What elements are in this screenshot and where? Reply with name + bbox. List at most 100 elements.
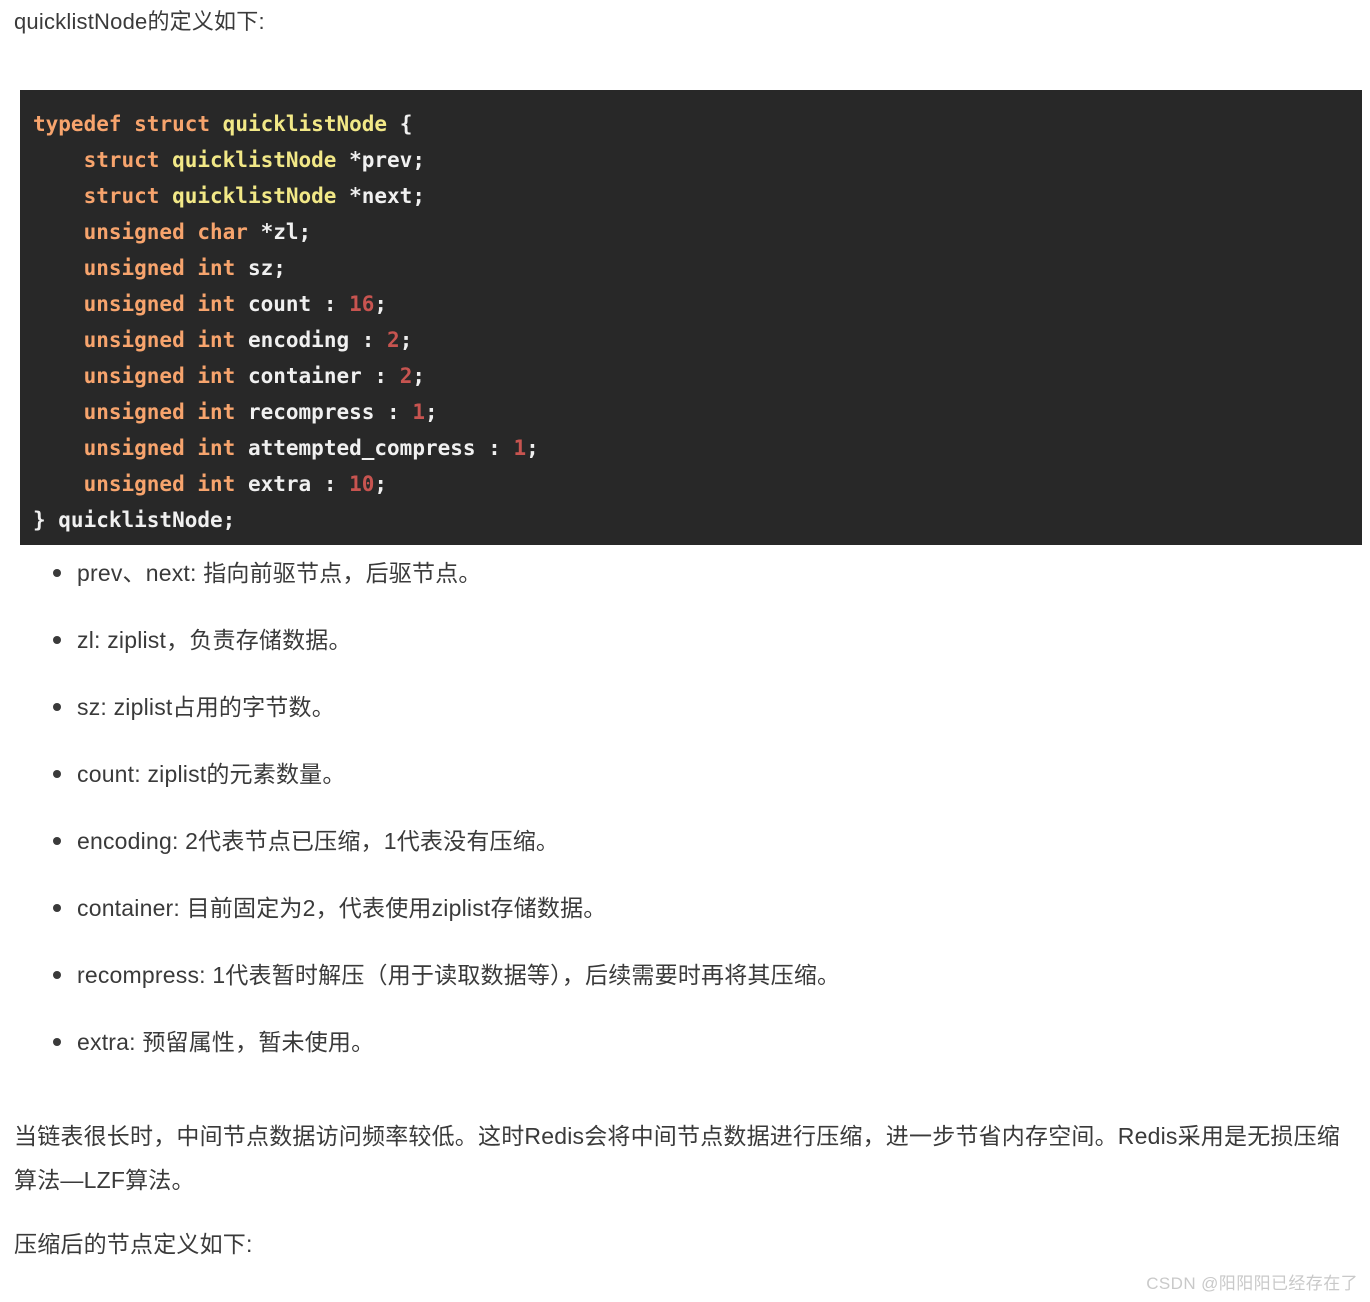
code-line: unsigned int attempted_compress : 1; xyxy=(20,430,1362,466)
bullet-dot-icon xyxy=(53,837,61,845)
code-token-kw: int xyxy=(197,328,236,352)
page-intro-text: quicklistNode的定义如下: xyxy=(14,9,265,34)
code-token-plain: sz; xyxy=(235,256,286,280)
list-item-label: count: ziplist的元素数量。 xyxy=(77,761,346,787)
code-token-kw: unsigned xyxy=(83,364,198,388)
code-line: unsigned int count : 16; xyxy=(20,286,1362,322)
code-line: struct quicklistNode *prev; xyxy=(20,142,1362,178)
code-line: unsigned int container : 2; xyxy=(20,358,1362,394)
code-line: unsigned int encoding : 2; xyxy=(20,322,1362,358)
paragraph-next-section-intro: 压缩后的节点定义如下: xyxy=(14,1231,253,1257)
code-token-type: quicklistNode xyxy=(222,112,388,136)
bullet-dot-icon xyxy=(53,703,61,711)
list-item-label: recompress: 1代表暂时解压（用于读取数据等），后续需要时再将其压缩。 xyxy=(77,962,841,988)
list-item: recompress: 1代表暂时解压（用于读取数据等），后续需要时再将其压缩。 xyxy=(0,958,1370,1025)
code-token-type: quicklistNode xyxy=(172,184,337,208)
list-item: zl: ziplist，负责存储数据。 xyxy=(0,623,1370,690)
list-item-label: extra: 预留属性，暂未使用。 xyxy=(77,1029,375,1055)
code-token-num: 16 xyxy=(349,292,375,316)
code-token-num: 1 xyxy=(412,400,425,424)
code-token-plain: *zl; xyxy=(247,220,312,244)
code-token-plain: encoding : xyxy=(235,328,388,352)
code-token-plain: { xyxy=(387,112,413,136)
code-line: unsigned int extra : 10; xyxy=(20,466,1362,502)
list-item-label: prev、next: 指向前驱节点，后驱节点。 xyxy=(77,560,482,586)
code-token-kw: int xyxy=(197,292,236,316)
code-token-plain: ; xyxy=(526,436,539,460)
list-item: container: 目前固定为2，代表使用ziplist存储数据。 xyxy=(0,891,1370,958)
list-item: extra: 预留属性，暂未使用。 xyxy=(0,1025,1370,1092)
paragraph-compression-explanation: 当链表很长时，中间节点数据访问频率较低。这时Redis会将中间节点数据进行压缩，… xyxy=(14,1123,1341,1193)
code-line: typedef struct quicklistNode { xyxy=(20,106,1362,142)
code-token-kw: unsigned xyxy=(83,256,198,280)
code-token-num: 2 xyxy=(387,328,400,352)
code-token-kw: unsigned xyxy=(83,220,198,244)
code-token-kw: unsigned xyxy=(83,328,198,352)
csdn-watermark: CSDN @阳阳阳已经存在了 xyxy=(1146,1274,1358,1293)
code-token-plain: ; xyxy=(424,400,438,424)
code-token-plain: count : xyxy=(235,292,350,316)
code-token-type: quicklistNode xyxy=(172,148,337,172)
code-token-kw: unsigned xyxy=(83,436,198,460)
code-token-plain: *prev; xyxy=(336,148,425,172)
code-token-kw: int xyxy=(197,256,236,280)
code-line: struct quicklistNode *next; xyxy=(20,178,1362,214)
code-token-kw: int xyxy=(197,364,236,388)
list-item: prev、next: 指向前驱节点，后驱节点。 xyxy=(0,556,1370,623)
code-token-plain: *next; xyxy=(336,184,425,208)
list-item: encoding: 2代表节点已压缩，1代表没有压缩。 xyxy=(0,824,1370,891)
bullet-dot-icon xyxy=(53,971,61,979)
list-item: count: ziplist的元素数量。 xyxy=(0,757,1370,824)
bullet-dot-icon xyxy=(53,770,61,778)
code-token-kw: int xyxy=(197,472,236,496)
bullet-dot-icon xyxy=(53,904,61,912)
code-token-plain: extra : xyxy=(235,472,350,496)
bullet-dot-icon xyxy=(53,1038,61,1046)
code-block: typedef struct quicklistNode { struct qu… xyxy=(20,90,1362,545)
code-token-kw: int xyxy=(197,400,236,424)
bullet-dot-icon xyxy=(53,636,61,644)
code-token-kw: unsigned xyxy=(83,292,198,316)
code-token-plain: ; xyxy=(374,472,388,496)
code-token-num: 10 xyxy=(349,472,375,496)
code-token-num: 2 xyxy=(399,364,413,388)
code-line: } quicklistNode; xyxy=(20,502,1362,538)
code-token-plain: ; xyxy=(399,328,413,352)
code-token-num: 1 xyxy=(513,436,527,460)
list-item-label: encoding: 2代表节点已压缩，1代表没有压缩。 xyxy=(77,828,560,854)
code-token-kw: unsigned xyxy=(83,472,198,496)
code-line: unsigned int recompress : 1; xyxy=(20,394,1362,430)
code-line: unsigned char *zl; xyxy=(20,214,1362,250)
code-line: unsigned int sz; xyxy=(20,250,1362,286)
code-token-kw: struct xyxy=(83,184,173,208)
code-token-plain: ; xyxy=(374,292,388,316)
code-token-kw: typedef xyxy=(33,112,135,136)
code-token-plain: ; xyxy=(412,364,425,388)
bullet-dot-icon xyxy=(53,569,61,577)
list-item-label: zl: ziplist，负责存储数据。 xyxy=(77,627,352,653)
list-item-label: sz: ziplist占用的字节数。 xyxy=(77,694,335,720)
code-token-plain: container : xyxy=(235,364,400,388)
list-item: sz: ziplist占用的字节数。 xyxy=(0,690,1370,757)
code-token-plain: recompress : xyxy=(235,400,413,424)
code-token-kw: unsigned xyxy=(83,400,198,424)
field-description-list: prev、next: 指向前驱节点，后驱节点。 zl: ziplist，负责存储数… xyxy=(0,556,1370,1092)
code-lines-container: typedef struct quicklistNode { struct qu… xyxy=(20,106,1362,538)
list-item-label: container: 目前固定为2，代表使用ziplist存储数据。 xyxy=(77,895,607,921)
code-token-plain: attempted_compress : xyxy=(235,436,514,460)
code-token-kw: struct xyxy=(83,148,173,172)
code-token-kw: char xyxy=(197,220,248,244)
code-token-kw: struct xyxy=(134,112,223,136)
code-token-plain: } quicklistNode; xyxy=(33,508,236,532)
code-token-kw: int xyxy=(197,436,236,460)
